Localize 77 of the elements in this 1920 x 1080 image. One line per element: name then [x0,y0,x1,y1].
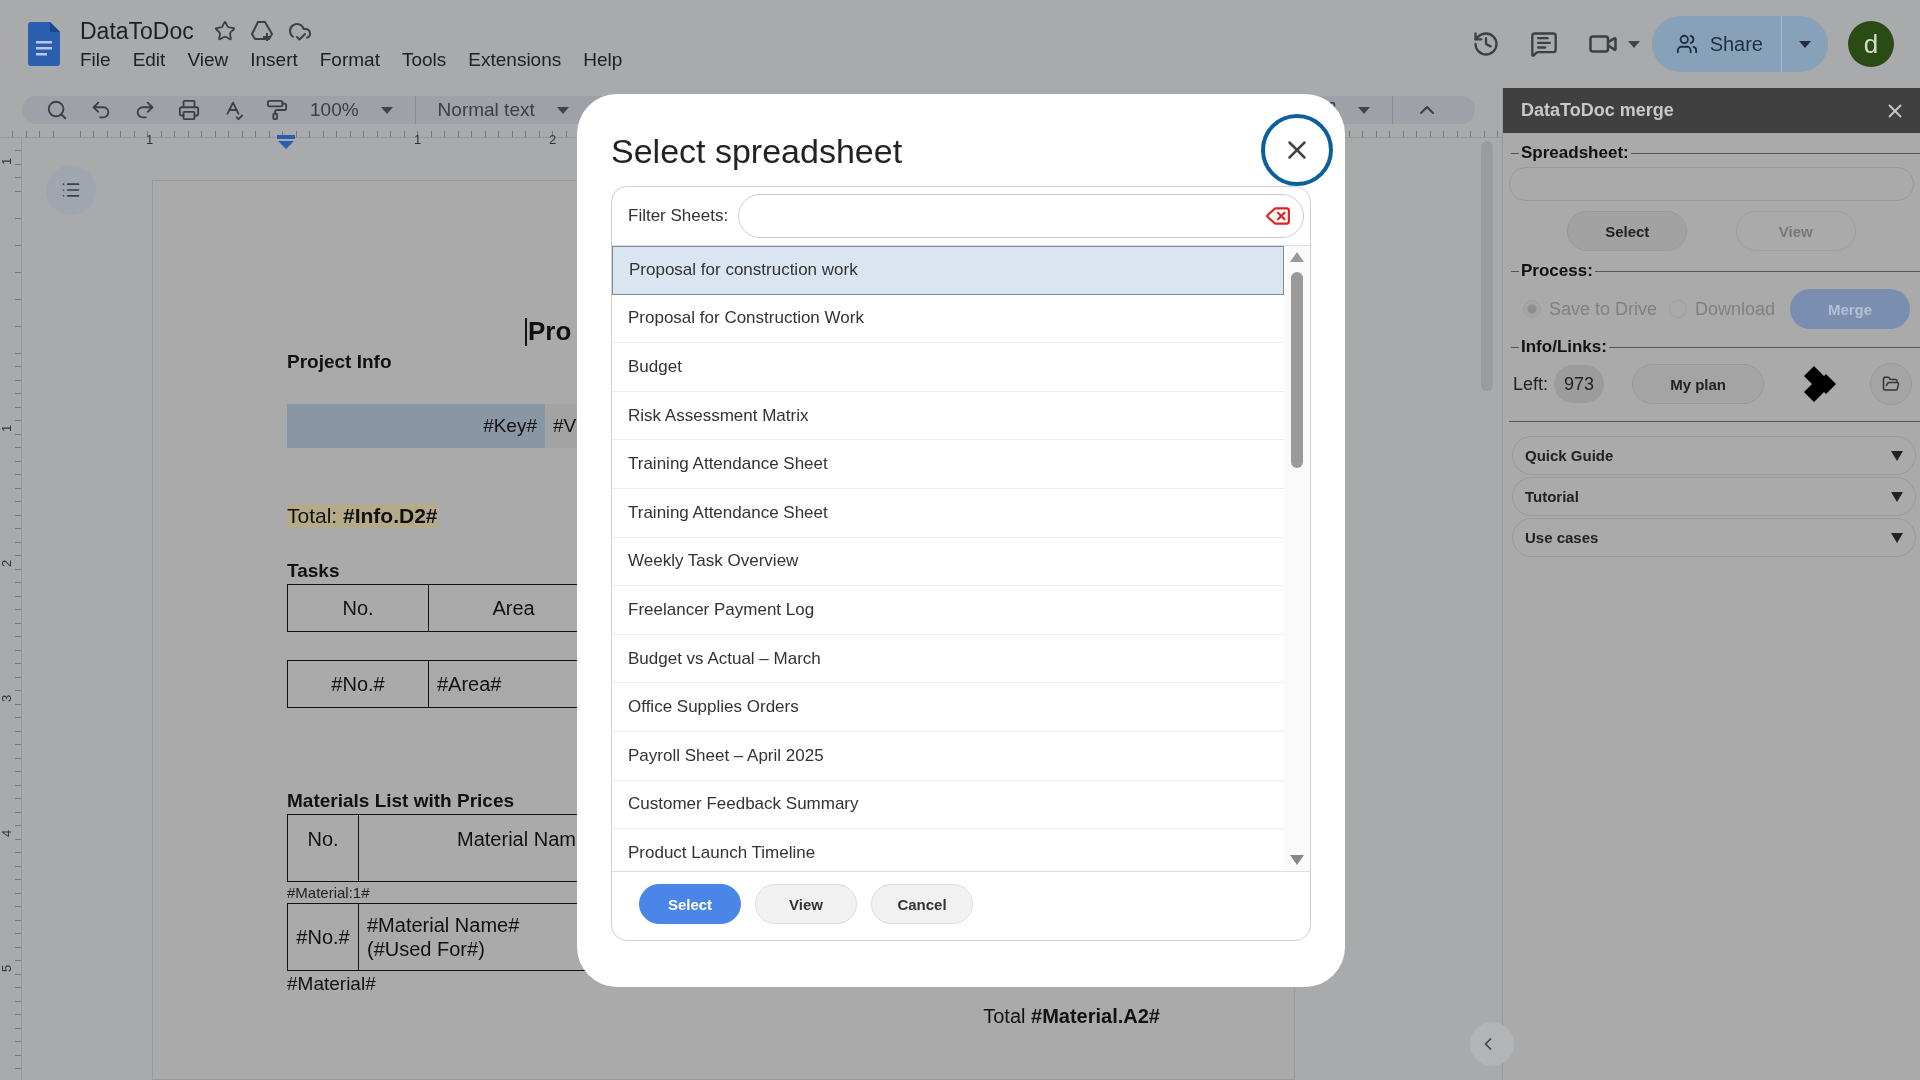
ruler-number: 1 [414,132,422,147]
dialog-title: Select spreadsheet [611,131,903,171]
accordion-item[interactable]: Use cases [1512,518,1916,557]
panel-title: DataToDoc merge [1521,100,1674,121]
document-heading: Pro [528,316,572,347]
star-icon[interactable] [213,20,236,42]
table-cell: #Key# [287,404,545,448]
folder-button[interactable] [1870,363,1912,405]
menu-item[interactable]: Edit [132,48,166,71]
table-cell: No. [288,815,359,881]
ruler-number: 1 [0,424,15,433]
style-select[interactable]: Normal text [437,99,535,121]
sheet-list-item[interactable]: Proposal for construction work [612,246,1284,295]
select-button[interactable]: Select [1567,211,1688,251]
caret-icon [556,106,569,114]
caret-icon [1358,106,1370,114]
menu-item[interactable]: View [187,48,229,71]
document-title: DataToDoc [80,17,194,45]
menu-item[interactable]: File [80,48,111,71]
section-heading: Tasks [287,560,340,582]
history-icon[interactable] [1471,30,1500,58]
view-button[interactable]: View [755,884,857,924]
indent-marker-icon[interactable] [277,135,295,149]
menu-item[interactable]: Format [319,48,380,71]
section-heading: Project Info [287,351,392,373]
zoom-select[interactable]: 100% [310,99,359,121]
menu-item[interactable]: Insert [250,48,298,71]
redo-icon[interactable] [134,99,156,121]
comment-icon[interactable] [1529,30,1558,58]
ruler-number: 1 [146,132,154,147]
scroll-down-icon[interactable] [1290,855,1304,865]
search-icon[interactable] [46,99,68,121]
cancel-button[interactable]: Cancel [871,884,973,924]
section-label: Spreadsheet: [1521,143,1629,163]
ruler-number: 2 [0,559,15,568]
accordion-item[interactable]: Quick Guide [1512,436,1916,475]
people-icon [1675,33,1698,55]
accordion-item[interactable]: Tutorial [1512,477,1916,516]
marker-text: #Material# [287,973,376,995]
diamond-logo-icon[interactable] [1804,366,1837,402]
drive-add-icon[interactable] [249,20,274,42]
section-label: Info/Links: [1521,337,1607,357]
menu-item[interactable]: Extensions [468,48,562,71]
radio-button[interactable] [1523,300,1541,318]
ruler-number: 1 [0,157,15,166]
menu-item[interactable]: Help [583,48,623,71]
list-icon [61,180,81,200]
caret-icon [1799,40,1811,48]
caret-icon [1627,40,1640,48]
select-button[interactable]: Select [639,884,741,924]
filter-label: Filter Sheets: [628,206,729,226]
caret-icon [380,106,393,114]
total-text: Total #Material.A2# [983,1005,1160,1027]
print-icon[interactable] [178,99,200,121]
scrollbar-thumb[interactable] [1291,272,1303,468]
table-cell: #No.# [288,661,429,707]
menu-item[interactable]: Tools [401,48,447,71]
plan-button[interactable]: My plan [1632,364,1765,404]
ruler-number: 5 [0,964,15,973]
scroll-up-icon[interactable] [1290,252,1304,262]
section-heading: Materials List with Prices [287,790,515,812]
count-badge: 973 [1554,365,1605,403]
outline-button[interactable] [46,165,96,215]
undo-icon[interactable] [90,99,112,121]
ruler-number: 4 [0,829,15,838]
table-cell: #No.# [288,904,359,970]
ruler-number: 3 [0,694,15,703]
total-text: Total: #Info.D2# [287,504,438,528]
ruler-number: 2 [549,132,557,147]
label: Left: [1513,373,1549,395]
section-label: Process: [1521,261,1593,281]
marker-text: #Material:1# [287,884,371,901]
table-cell: No. [288,585,429,631]
paint-roller-icon[interactable] [266,99,288,121]
folder-icon [1882,375,1900,393]
account-avatar[interactable]: d [1848,21,1894,67]
docs-logo-icon [28,22,60,66]
